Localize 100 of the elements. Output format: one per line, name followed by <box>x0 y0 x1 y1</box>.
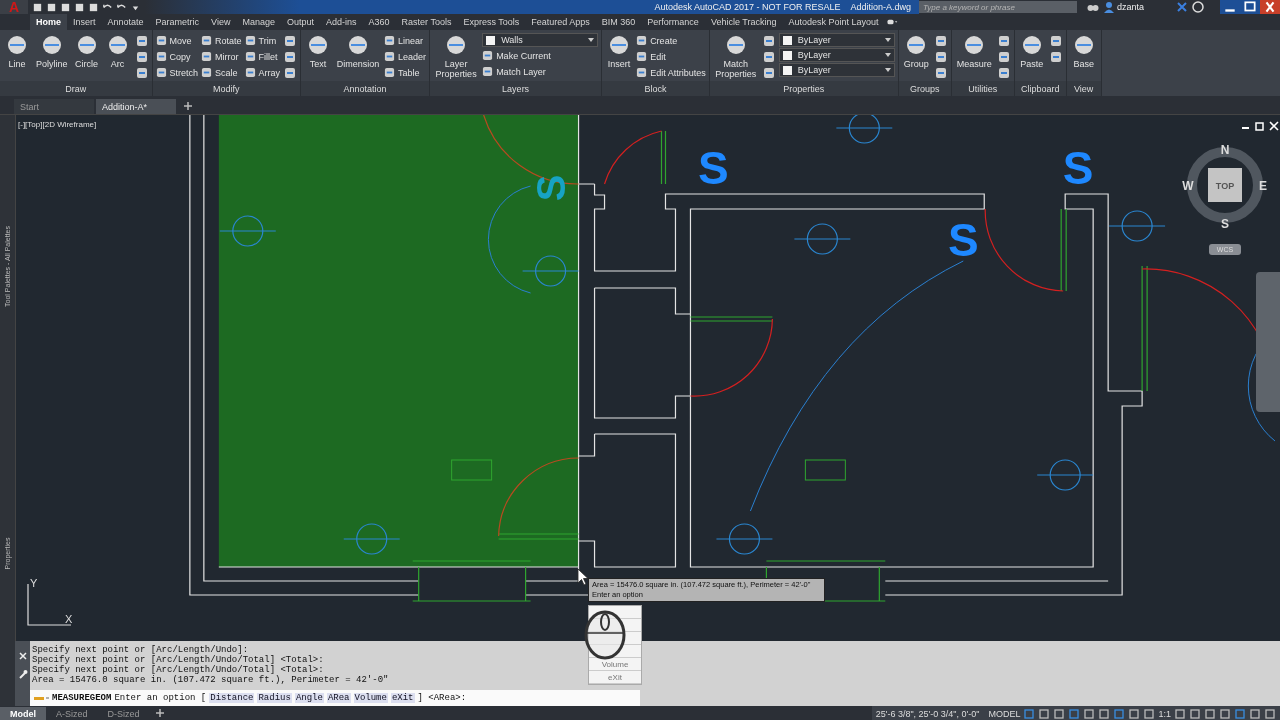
status-toggle-icon[interactable] <box>1068 707 1081 720</box>
panel-title[interactable]: Block <box>602 81 709 96</box>
command-option[interactable]: eXit <box>390 693 415 703</box>
tool-icon[interactable] <box>761 49 776 64</box>
ribbon-tab[interactable]: Express Tools <box>457 14 526 30</box>
command-option[interactable]: Radius <box>257 693 292 703</box>
ribbon-button[interactable]: Stretch <box>155 65 199 80</box>
restore-icon[interactable] <box>1255 121 1265 131</box>
tool-icon[interactable] <box>283 33 298 48</box>
viewport-controls[interactable]: [-][Top][2D Wireframe] <box>18 120 97 129</box>
panel-title[interactable]: Utilities <box>951 81 1014 96</box>
ribbon-button[interactable]: Base <box>1069 33 1098 69</box>
status-toggle-icon[interactable] <box>1264 707 1276 720</box>
ribbon-tab[interactable]: Raster Tools <box>395 14 458 30</box>
command-option[interactable]: ARea <box>326 693 351 703</box>
ribbon-button[interactable]: Array <box>244 65 281 80</box>
tool-icon[interactable] <box>134 49 149 64</box>
ribbon-button[interactable]: Line <box>3 33 31 69</box>
tool-icon[interactable] <box>134 33 149 48</box>
tool-icon[interactable] <box>283 49 298 64</box>
ribbon-button[interactable]: Trim <box>244 33 281 48</box>
command-option[interactable]: Angle <box>294 693 324 703</box>
ribbon-button[interactable]: Fillet <box>244 49 281 64</box>
viewcube-face[interactable] <box>1208 168 1242 202</box>
status-toggle-icon[interactable] <box>1038 707 1051 720</box>
status-toggle-icon[interactable] <box>1234 707 1246 720</box>
ribbon-button[interactable]: Move <box>155 33 199 48</box>
panel-title[interactable]: Draw <box>0 81 152 96</box>
ribbon-button[interactable]: Measure <box>954 33 994 69</box>
ribbon-button[interactable]: Leader <box>384 49 427 64</box>
command-option[interactable]: Volume <box>353 693 388 703</box>
tool-icon[interactable] <box>1048 33 1063 48</box>
ribbon-tab[interactable]: Autodesk Point Layout <box>782 14 885 30</box>
panel-title[interactable]: Properties <box>709 81 898 96</box>
menu-item[interactable]: eXit <box>589 671 641 684</box>
ribbon-tab[interactable]: Parametric <box>149 14 206 30</box>
ribbon-button[interactable]: Text <box>304 33 333 69</box>
ribbon-button[interactable]: Group <box>901 33 931 69</box>
ribbon-tab[interactable]: View <box>205 14 237 30</box>
status-toggle-icon[interactable] <box>1083 707 1096 720</box>
search-field[interactable]: Type a keyword or phrase <box>918 1 1077 13</box>
dropdown[interactable]: ByLayer <box>778 48 895 62</box>
tool-icon[interactable] <box>996 49 1011 64</box>
tool-icon[interactable] <box>996 65 1011 80</box>
compass-label[interactable]: S <box>1221 217 1229 230</box>
new-tab-icon[interactable] <box>182 100 194 112</box>
status-toggle-icon[interactable] <box>1204 707 1216 720</box>
user-icon[interactable] <box>1102 1 1115 13</box>
panel-title[interactable]: View <box>1066 81 1101 96</box>
panel-title[interactable]: Clipboard <box>1014 81 1066 96</box>
ribbon-tab[interactable]: Manage <box>236 14 281 30</box>
status-toggle-icon[interactable] <box>1053 707 1066 720</box>
close-icon[interactable] <box>17 651 28 661</box>
ribbon-button[interactable]: Layer Properties <box>433 33 480 79</box>
ribbon-button[interactable]: Make Current <box>482 48 599 63</box>
status-toggle-icon[interactable] <box>1113 707 1126 720</box>
status-toggle-icon[interactable] <box>1098 707 1111 720</box>
ribbon-button[interactable]: Create <box>636 33 706 48</box>
tool-icon[interactable] <box>283 65 298 80</box>
ribbon-tab[interactable]: Featured Apps <box>525 14 596 30</box>
status-toggle-icon[interactable] <box>1174 707 1186 720</box>
user-name[interactable]: dzanta <box>1116 2 1144 12</box>
ribbon-button[interactable]: Circle <box>72 33 101 69</box>
ribbon-tab[interactable]: Performance <box>641 14 705 30</box>
compass-label[interactable]: E <box>1259 179 1267 193</box>
ribbon-button[interactable]: Table <box>384 65 427 80</box>
panel-title[interactable]: Modify <box>152 81 301 96</box>
tool-icon[interactable] <box>933 33 948 48</box>
tool-icon[interactable] <box>933 65 948 80</box>
tool-icon[interactable] <box>996 33 1011 48</box>
panel-title[interactable]: Groups <box>898 81 951 96</box>
annotation-scale-button[interactable]: 1:1 <box>1158 708 1171 719</box>
tool-icon[interactable] <box>933 49 948 64</box>
ribbon-button[interactable]: Mirror <box>201 49 242 64</box>
ribbon-button[interactable]: Rotate <box>201 33 242 48</box>
ribbon-tab[interactable]: Home <box>30 14 67 30</box>
ribbon-button[interactable]: Edit <box>636 49 706 64</box>
status-toggle-icon[interactable] <box>1023 707 1036 720</box>
ribbon-button[interactable]: Copy <box>155 49 199 64</box>
ribbon-button[interactable]: Scale <box>201 65 242 80</box>
file-tab[interactable]: Addition-A* <box>96 99 176 114</box>
new-layout-icon[interactable] <box>153 706 166 719</box>
ribbon-button[interactable]: Polyline <box>34 33 70 69</box>
tool-icon[interactable] <box>761 33 776 48</box>
command-option[interactable]: Distance <box>209 693 255 703</box>
ribbon-button[interactable]: Match Layer <box>482 64 599 79</box>
layout-tab[interactable]: A-Sized <box>46 707 98 720</box>
compass-label[interactable]: W <box>1182 179 1194 193</box>
tool-icon[interactable] <box>761 65 776 80</box>
tool-icon[interactable] <box>134 65 149 80</box>
compass-label[interactable]: N <box>1220 143 1230 157</box>
ribbon-button[interactable]: Edit Attributes <box>636 65 706 80</box>
ribbon-button[interactable]: Linear <box>384 33 427 48</box>
panel-title[interactable]: Layers <box>430 81 602 96</box>
ribbon-button[interactable]: Insert <box>605 33 634 69</box>
ribbon-button[interactable]: Arc <box>103 33 132 69</box>
menu-item[interactable]: Volume <box>589 658 641 671</box>
ribbon-tab[interactable]: A360 <box>362 14 396 30</box>
wrench-icon[interactable] <box>17 669 28 679</box>
dropdown[interactable]: Walls <box>482 33 599 47</box>
